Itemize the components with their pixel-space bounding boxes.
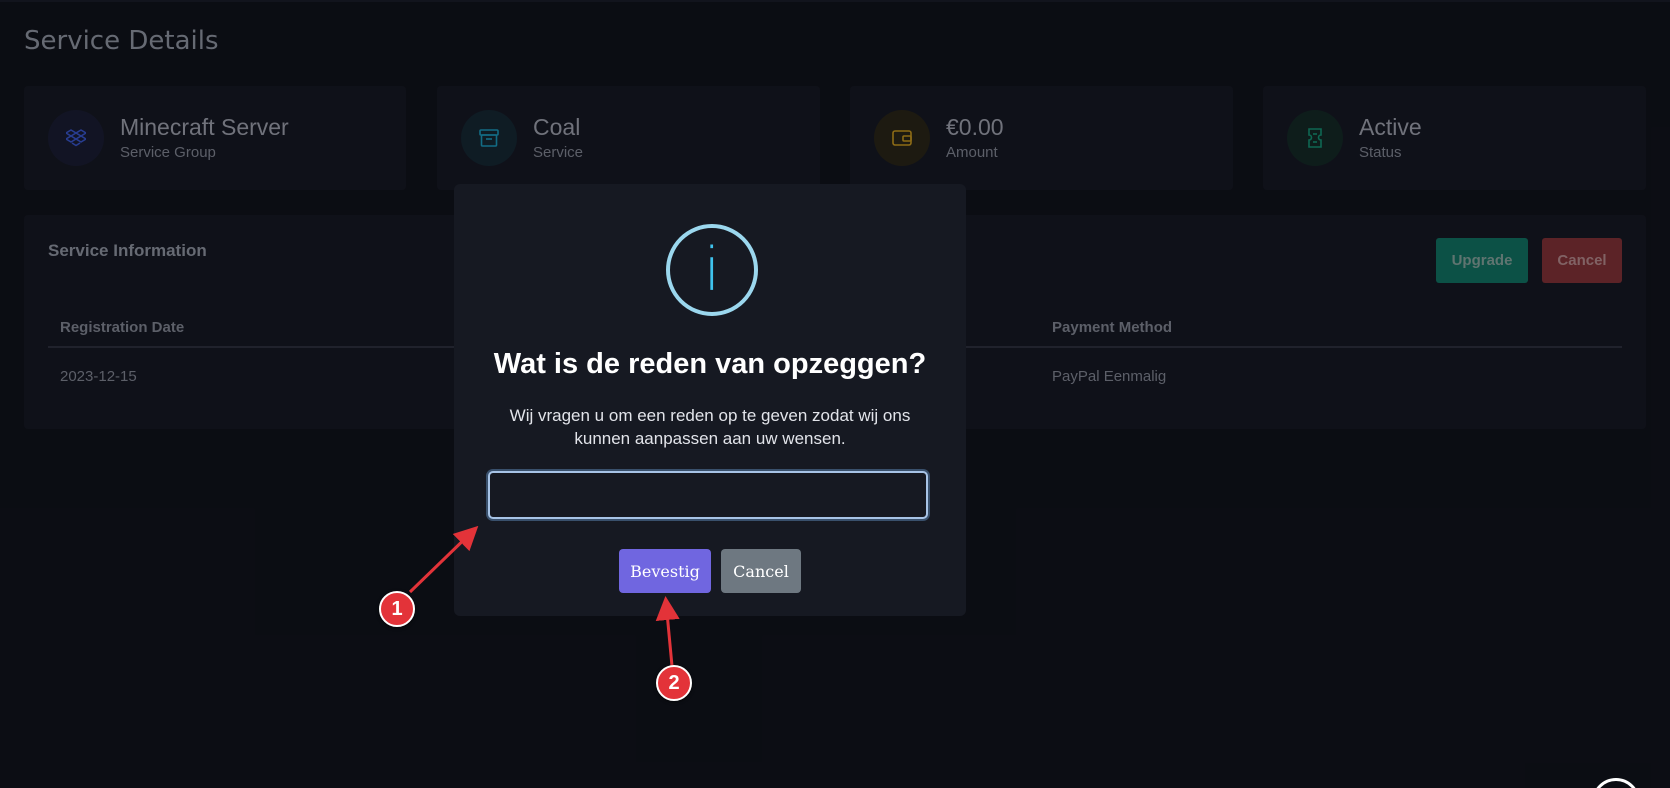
annotation-marker: 2	[656, 665, 692, 701]
annotation-arrows	[408, 525, 680, 667]
arrow-1	[408, 525, 479, 594]
annotation-marker: 1	[379, 591, 415, 627]
page: Service Details Minecraft Server Service…	[0, 0, 1670, 788]
arrow-2	[655, 596, 680, 667]
